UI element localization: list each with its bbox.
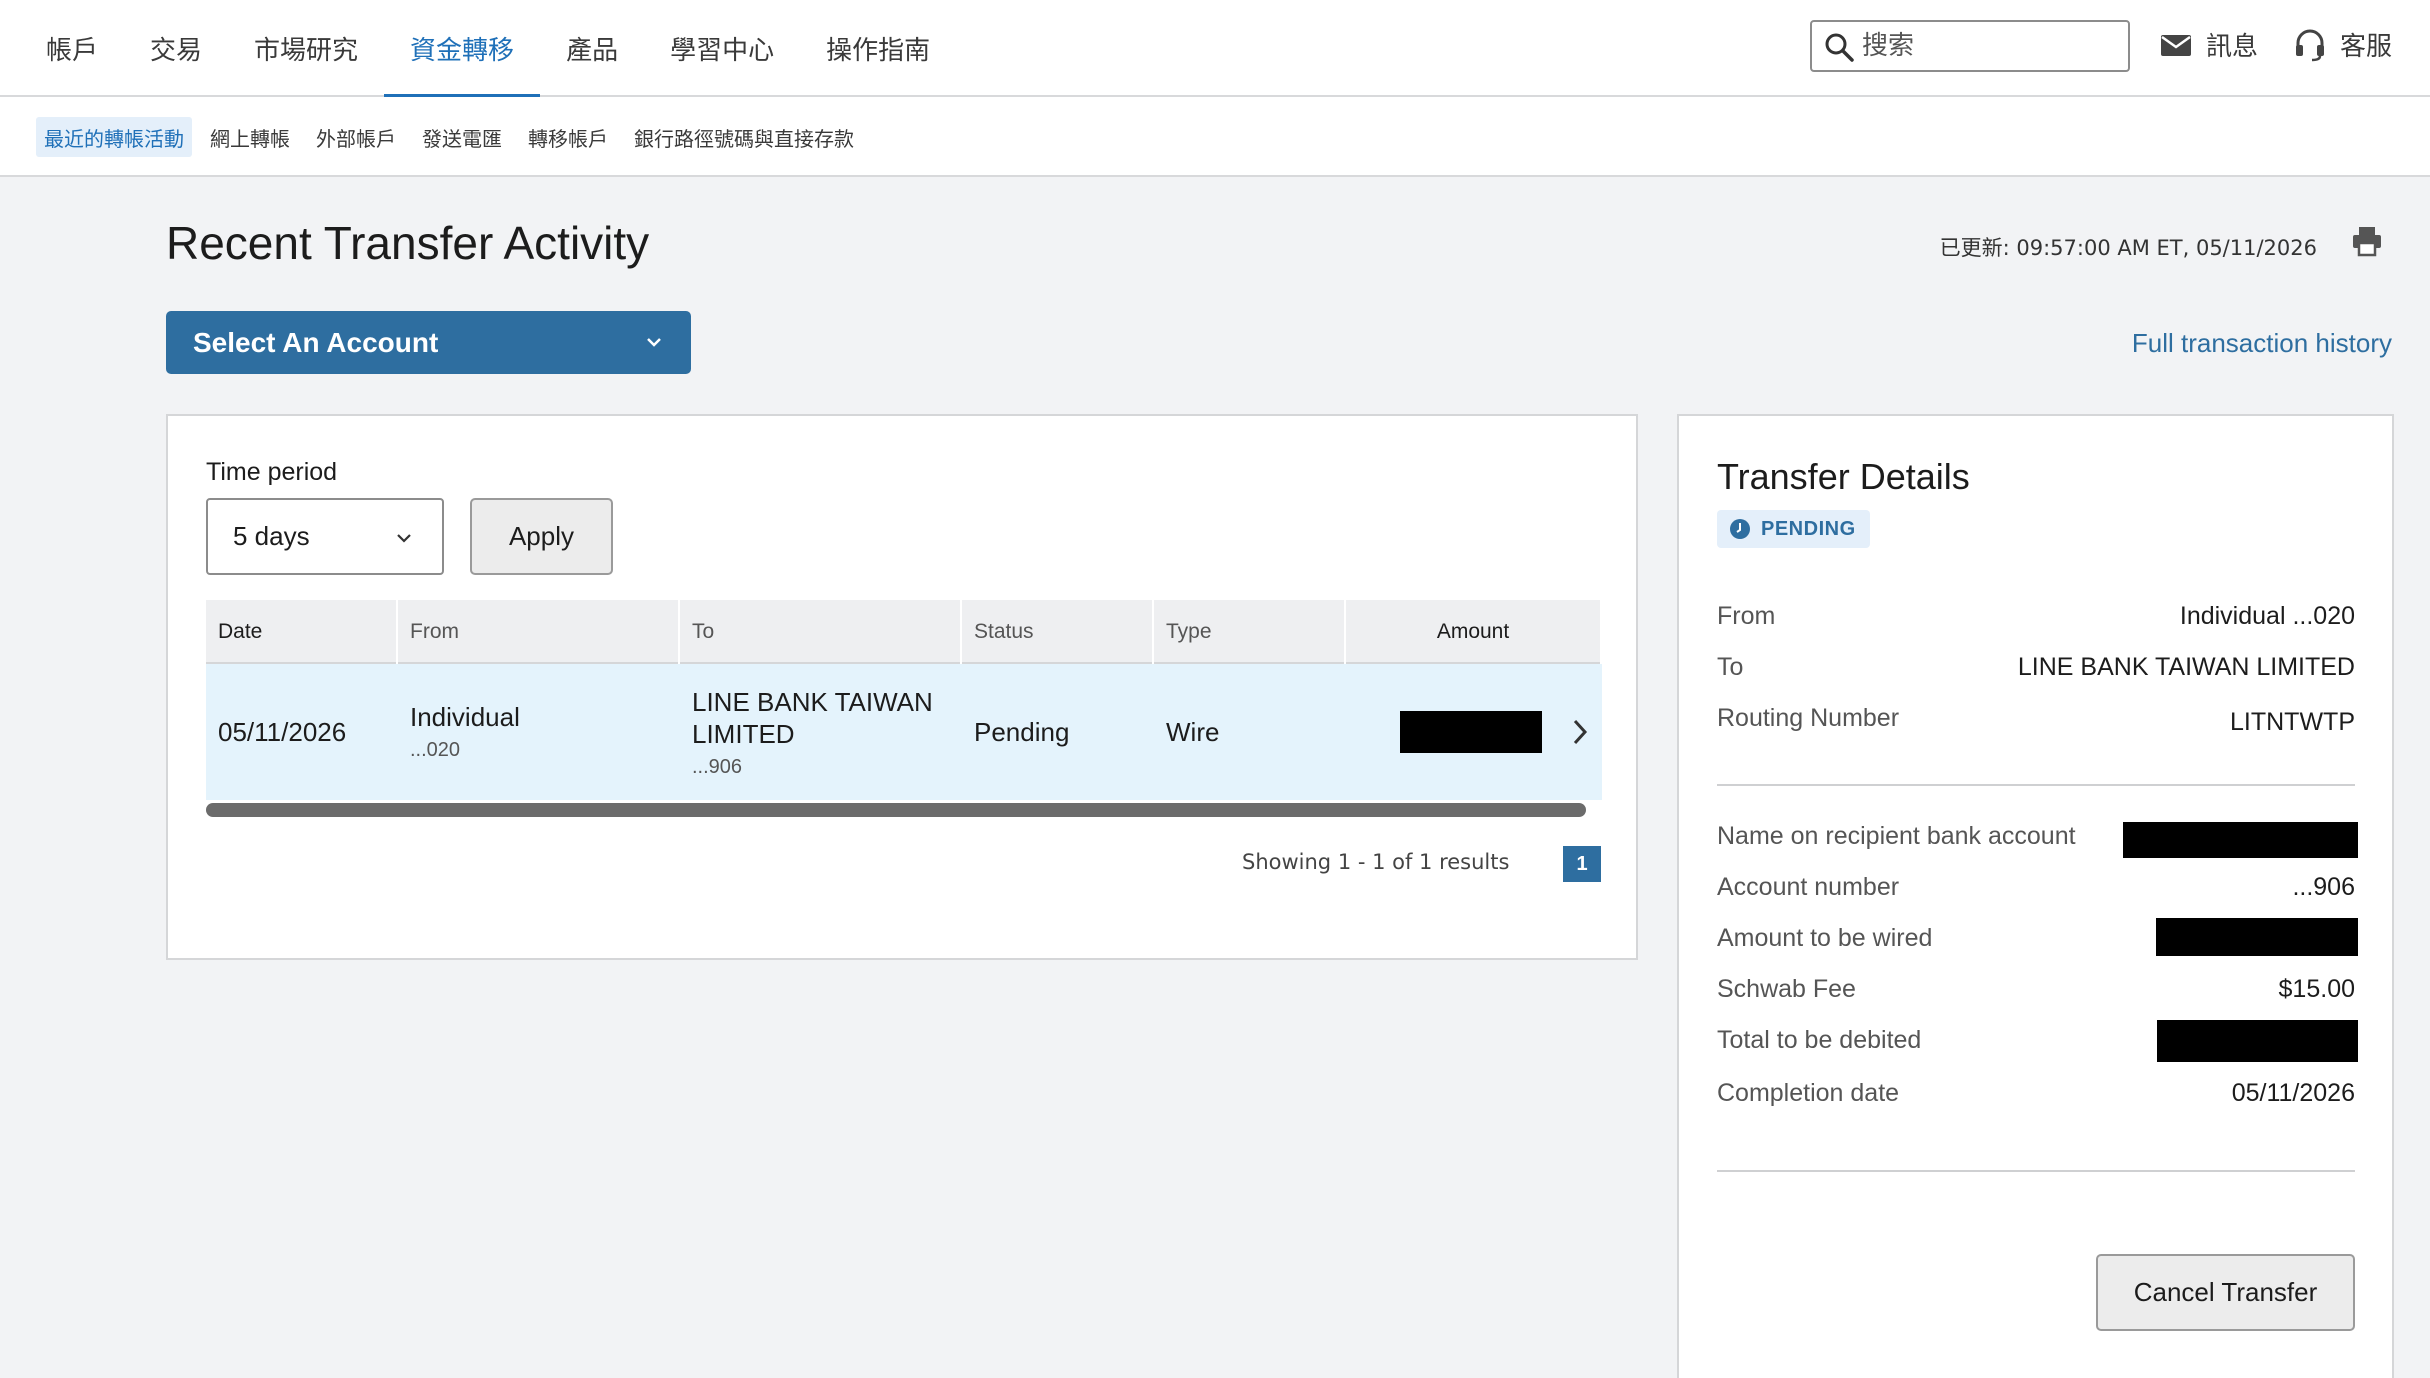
subnav-routing-deposit[interactable]: 銀行路徑號碼與直接存款 — [626, 117, 862, 157]
apply-button[interactable]: Apply — [470, 498, 613, 575]
col-amount[interactable]: Amount — [1346, 600, 1602, 664]
redacted-amount-wired — [2156, 918, 2358, 956]
detail-recipient-name: Name on recipient bank account — [1717, 822, 2358, 858]
row-status: Pending — [974, 716, 1070, 747]
subnav-online-transfer[interactable]: 網上轉帳 — [202, 117, 298, 157]
cancel-transfer-button[interactable]: Cancel Transfer — [2096, 1254, 2355, 1331]
detail-account-number: Account number ...906 — [1717, 873, 2355, 901]
results-count: Showing 1 - 1 of 1 results — [1242, 850, 1510, 874]
row-to: LINE BANK TAIWAN LIMITED ...906 — [680, 664, 962, 800]
tab-accounts[interactable]: 帳戶 — [20, 0, 124, 97]
subnav-external-accounts[interactable]: 外部帳戶 — [308, 117, 404, 157]
transfer-table: Date From To Status Type Amount 05/11/20… — [206, 600, 1602, 800]
tab-guide[interactable]: 操作指南 — [800, 0, 956, 97]
subnav-recent-activity[interactable]: 最近的轉帳活動 — [36, 117, 192, 157]
messages-link[interactable]: 訊息 — [2158, 26, 2258, 63]
tab-learning-center[interactable]: 學習中心 — [644, 0, 800, 97]
chevron-down-icon — [647, 338, 661, 347]
page-1-button[interactable]: 1 — [1563, 846, 1601, 882]
print-icon[interactable] — [2350, 224, 2384, 258]
chevron-down-icon — [397, 534, 411, 543]
divider — [1717, 1170, 2355, 1172]
tab-trade[interactable]: 交易 — [124, 0, 228, 97]
chevron-right-icon[interactable] — [1572, 718, 1588, 746]
full-history-link[interactable]: Full transaction history — [2132, 328, 2392, 359]
detail-completion-date: Completion date 05/11/2026 — [1717, 1079, 2355, 1107]
col-status[interactable]: Status — [962, 600, 1154, 664]
support-label: 客服 — [2340, 32, 2393, 62]
subnav-send-wire[interactable]: 發送電匯 — [414, 117, 510, 157]
table-header: Date From To Status Type Amount — [206, 600, 1602, 664]
headset-icon — [2296, 29, 2324, 61]
select-account-label: Select An Account — [193, 326, 439, 358]
row-to-account: ...906 — [692, 755, 743, 778]
sub-navigation: 最近的轉帳活動 網上轉帳 外部帳戶 發送電匯 轉移帳戶 銀行路徑號碼與直接存款 — [0, 97, 2430, 177]
search-input[interactable] — [1862, 31, 2112, 61]
detail-to: To LINE BANK TAIWAN LIMITED — [1717, 653, 2355, 681]
page-title: Recent Transfer Activity — [166, 217, 650, 269]
table-row[interactable]: 05/11/2026 Individual ...020 LINE BANK T… — [206, 664, 1602, 800]
clock-icon — [1730, 519, 1750, 539]
time-period-label: Time period — [206, 458, 338, 486]
detail-fee: Schwab Fee $15.00 — [1717, 975, 2355, 1003]
horizontal-scrollbar[interactable] — [206, 803, 1586, 817]
last-updated: 已更新: 09:57:00 AM ET, 05/11/2026 — [1939, 236, 2317, 260]
subnav-transfer-account[interactable]: 轉移帳戶 — [520, 117, 616, 157]
row-from-account: ...020 — [410, 739, 461, 761]
col-date[interactable]: Date — [206, 600, 398, 664]
detail-amount-wired: Amount to be wired — [1717, 918, 2358, 956]
col-type[interactable]: Type — [1154, 600, 1346, 664]
redacted-total — [2157, 1020, 2358, 1062]
search-icon — [1825, 33, 1854, 62]
envelope-icon — [2161, 34, 2191, 56]
select-account-dropdown[interactable]: Select An Account — [166, 311, 691, 374]
time-period-select[interactable]: 5 days — [206, 498, 444, 575]
detail-from: From Individual ...020 — [1717, 602, 2355, 630]
divider — [1717, 784, 2355, 786]
row-type: Wire — [1166, 716, 1220, 747]
redacted-name — [2123, 822, 2358, 858]
transfer-activity-card: Time period 5 days Apply Date From To St… — [166, 414, 1638, 960]
col-from[interactable]: From — [398, 600, 680, 664]
redacted-amount — [1400, 711, 1542, 753]
detail-total-debited: Total to be debited — [1717, 1020, 2358, 1062]
transfer-details-card: Transfer Details PENDING From Individual … — [1677, 414, 2394, 1378]
details-title: Transfer Details — [1717, 456, 1970, 497]
messages-label: 訊息 — [2206, 32, 2259, 62]
tab-move-money[interactable]: 資金轉移 — [384, 0, 541, 99]
support-link[interactable]: 客服 — [2292, 26, 2392, 63]
row-date: 05/11/2026 — [218, 716, 347, 747]
top-navigation: 帳戶 交易 市場研究 資金轉移 產品 學習中心 操作指南 訊息 客服 — [0, 0, 2430, 99]
status-badge: PENDING — [1717, 510, 1870, 548]
tab-products[interactable]: 產品 — [540, 0, 644, 97]
row-amount — [1346, 664, 1602, 800]
main-tabs: 帳戶 交易 市場研究 資金轉移 產品 學習中心 操作指南 — [20, 0, 956, 99]
time-period-value: 5 days — [233, 521, 310, 551]
row-from: Individual ...020 — [398, 664, 680, 800]
search-box[interactable] — [1810, 20, 2130, 72]
detail-routing: Routing Number LITNTWTP — [1717, 704, 2355, 736]
tab-research[interactable]: 市場研究 — [228, 0, 384, 97]
col-to[interactable]: To — [680, 600, 962, 664]
